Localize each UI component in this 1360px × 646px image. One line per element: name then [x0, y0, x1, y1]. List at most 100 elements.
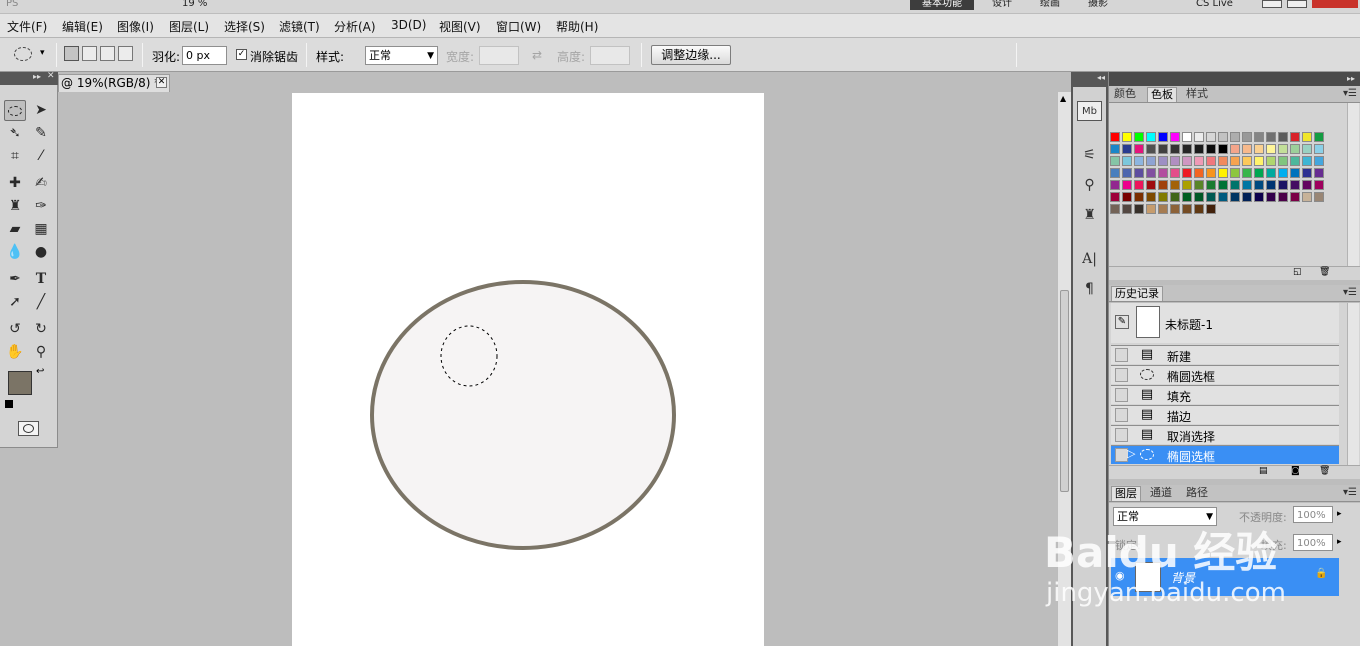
eraser-tool-icon[interactable]: ▰ — [4, 219, 26, 240]
history-brush-source-checkbox[interactable] — [1115, 368, 1128, 382]
color-swatch[interactable] — [1194, 144, 1204, 154]
color-swatch[interactable] — [1254, 180, 1264, 190]
color-swatch[interactable] — [1170, 156, 1180, 166]
color-swatch[interactable] — [1110, 192, 1120, 202]
color-swatch[interactable] — [1122, 132, 1132, 142]
antialias-checkbox[interactable]: ✓ — [236, 49, 247, 60]
refine-edge-button[interactable]: 调整边缘... — [651, 45, 731, 65]
color-swatch[interactable] — [1254, 144, 1264, 154]
menu-window[interactable]: 窗口(W) — [496, 18, 541, 35]
color-swatch[interactable] — [1314, 192, 1324, 202]
swatches-scrollbar[interactable] — [1347, 103, 1359, 266]
color-swatch[interactable] — [1206, 192, 1216, 202]
clone-source-icon[interactable]: ♜ — [1077, 205, 1102, 225]
color-swatch[interactable] — [1194, 132, 1204, 142]
color-swatch[interactable] — [1158, 156, 1168, 166]
new-snapshot-icon[interactable]: ◙ — [1291, 466, 1300, 476]
color-swatch[interactable] — [1122, 144, 1132, 154]
healing-brush-tool-icon[interactable]: ✚ — [4, 173, 26, 194]
history-state-row[interactable]: ▤ 取消选择 — [1111, 425, 1339, 444]
menu-filter[interactable]: 滤镜(T) — [279, 18, 320, 35]
document-canvas[interactable] — [292, 93, 764, 646]
dodge-tool-icon[interactable]: ● — [30, 242, 52, 263]
width-input[interactable] — [479, 46, 519, 65]
color-swatch[interactable] — [1206, 204, 1216, 214]
line-tool-icon[interactable]: ╱ — [30, 292, 52, 313]
color-swatch[interactable] — [1134, 168, 1144, 178]
subtract-selection-icon[interactable] — [100, 46, 115, 61]
color-swatch[interactable] — [1194, 204, 1204, 214]
collapse-icon[interactable]: ▸▸ — [33, 72, 41, 81]
color-swatch[interactable] — [1158, 180, 1168, 190]
scroll-up-icon[interactable]: ▲ — [1060, 94, 1066, 103]
color-swatch[interactable] — [1230, 132, 1240, 142]
swap-colors-icon[interactable]: ↩ — [36, 366, 44, 377]
adjustments-icon[interactable]: ⚟ — [1077, 145, 1102, 165]
eyedropper-tool-icon[interactable]: ⁄ — [30, 146, 52, 167]
elliptical-marquee-tool-icon[interactable] — [4, 100, 26, 121]
panel-menu-icon[interactable]: ▾☰ — [1343, 287, 1357, 298]
color-swatch[interactable] — [1122, 180, 1132, 190]
color-swatch[interactable] — [1110, 132, 1120, 142]
clone-stamp-tool-icon[interactable]: ♜ — [4, 196, 26, 217]
color-swatch[interactable] — [1278, 168, 1288, 178]
color-swatch[interactable] — [1290, 192, 1300, 202]
color-swatch[interactable] — [1314, 180, 1324, 190]
restore-button[interactable] — [1287, 0, 1307, 8]
color-swatch[interactable] — [1206, 168, 1216, 178]
menu-view[interactable]: 视图(V) — [439, 18, 481, 35]
color-swatch[interactable] — [1134, 132, 1144, 142]
color-swatch[interactable] — [1266, 168, 1276, 178]
color-swatch[interactable] — [1254, 168, 1264, 178]
menu-analysis[interactable]: 分析(A) — [334, 18, 376, 35]
foreground-color-swatch[interactable] — [8, 371, 32, 395]
color-swatch[interactable] — [1146, 156, 1156, 166]
menu-edit[interactable]: 编辑(E) — [62, 18, 103, 35]
tab-layers[interactable]: 图层 — [1111, 486, 1141, 501]
collapse-icon[interactable]: ◂◂ — [1097, 73, 1105, 82]
hand-tool-icon[interactable]: ✋ — [4, 342, 26, 363]
menu-layer[interactable]: 图层(L) — [169, 18, 209, 35]
color-swatch[interactable] — [1122, 156, 1132, 166]
color-swatch[interactable] — [1242, 180, 1252, 190]
color-swatch[interactable] — [1242, 168, 1252, 178]
color-swatch[interactable] — [1194, 168, 1204, 178]
color-swatch[interactable] — [1182, 168, 1192, 178]
history-state-row[interactable]: 椭圆选框 — [1111, 365, 1339, 384]
menu-3d[interactable]: 3D(D) — [391, 18, 426, 32]
color-swatch[interactable] — [1266, 180, 1276, 190]
tab-styles[interactable]: 样式 — [1183, 87, 1211, 102]
crop-tool-icon[interactable]: ⌗ — [4, 146, 26, 167]
history-scrollbar[interactable] — [1347, 303, 1359, 465]
layer-name[interactable]: 背景 — [1171, 569, 1195, 586]
close-icon[interactable]: ✕ — [47, 71, 55, 81]
color-swatch[interactable] — [1218, 192, 1228, 202]
fill-slider-arrow-icon[interactable]: ▸ — [1337, 537, 1342, 547]
history-state-row[interactable]: 椭圆选框 ▷ — [1111, 445, 1339, 464]
color-swatch[interactable] — [1254, 156, 1264, 166]
workspace-design[interactable]: 设计 — [992, 0, 1012, 10]
color-swatch[interactable] — [1302, 180, 1312, 190]
style-select[interactable]: 正常 ▼ — [365, 46, 438, 65]
color-swatch[interactable] — [1194, 156, 1204, 166]
menu-select[interactable]: 选择(S) — [224, 18, 265, 35]
color-swatch[interactable] — [1182, 156, 1192, 166]
color-swatch[interactable] — [1146, 144, 1156, 154]
color-swatch[interactable] — [1278, 144, 1288, 154]
color-swatch[interactable] — [1182, 192, 1192, 202]
color-swatch[interactable] — [1158, 192, 1168, 202]
color-swatch[interactable] — [1218, 168, 1228, 178]
gradient-tool-icon[interactable]: ▦ — [30, 219, 52, 240]
intersect-selection-icon[interactable] — [118, 46, 133, 61]
color-swatch[interactable] — [1290, 156, 1300, 166]
color-swatch[interactable] — [1206, 156, 1216, 166]
zoom-tool-icon[interactable]: ⚲ — [30, 342, 52, 363]
color-swatch[interactable] — [1314, 156, 1324, 166]
add-selection-icon[interactable] — [82, 46, 97, 61]
color-swatch[interactable] — [1242, 144, 1252, 154]
height-input[interactable] — [590, 46, 630, 65]
color-swatch[interactable] — [1290, 180, 1300, 190]
color-swatch[interactable] — [1290, 144, 1300, 154]
color-swatch[interactable] — [1146, 180, 1156, 190]
color-swatch[interactable] — [1290, 168, 1300, 178]
